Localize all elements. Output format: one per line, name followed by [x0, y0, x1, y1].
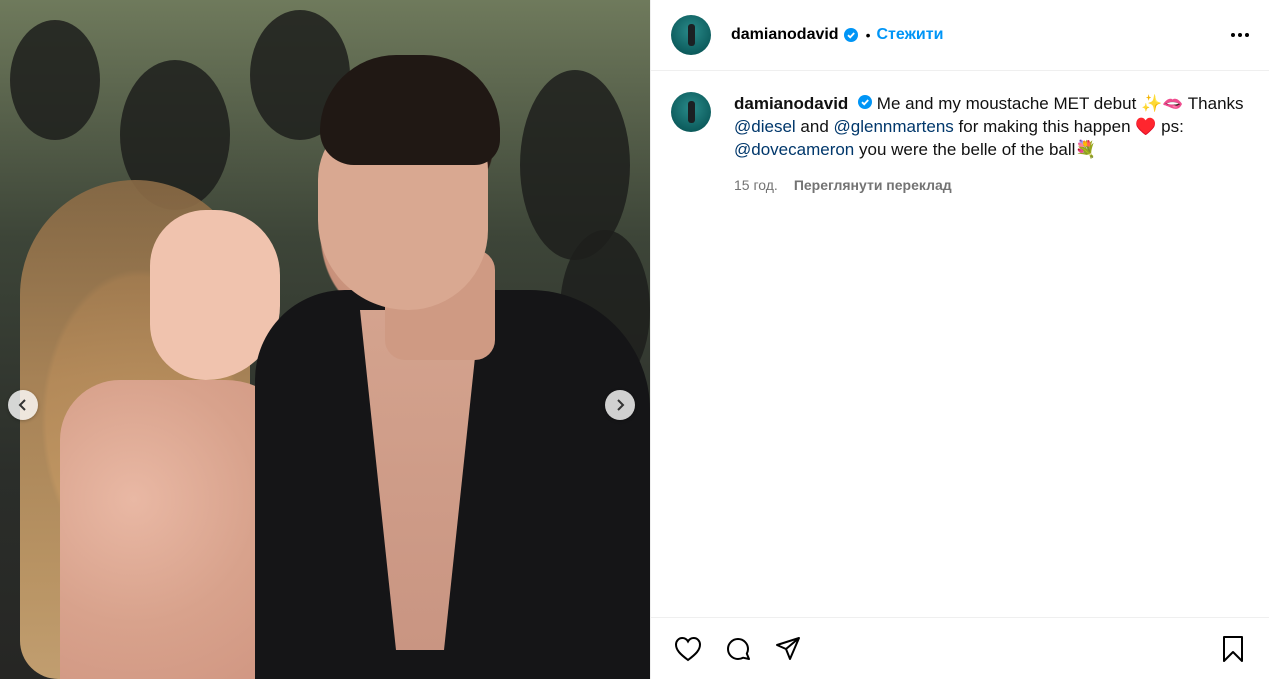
share-icon: [776, 636, 800, 660]
post-photo: [0, 0, 650, 679]
carousel-next-button[interactable]: [605, 390, 635, 420]
mention-diesel[interactable]: @diesel: [734, 117, 796, 136]
verified-badge-icon: [858, 95, 873, 109]
like-button[interactable]: [673, 634, 703, 664]
more-dot-icon: [1238, 33, 1242, 37]
avatar[interactable]: [671, 92, 711, 132]
caption-body: damianodavid Me and my moustache MET deb…: [734, 92, 1249, 197]
header-username[interactable]: damianodavid: [731, 26, 839, 44]
more-options-button[interactable]: [1231, 33, 1249, 37]
action-bar: [651, 617, 1269, 679]
save-button[interactable]: [1218, 634, 1248, 664]
caption-text-2: and: [800, 117, 829, 136]
chevron-left-icon: [18, 399, 26, 411]
share-button[interactable]: [773, 634, 803, 664]
verified-badge-icon: [843, 28, 858, 42]
photo-man-hair: [320, 55, 500, 165]
post-side-panel: damianodavid • Стежити damianodavid Me a…: [650, 0, 1269, 679]
caption-username[interactable]: damianodavid: [734, 94, 848, 113]
post-header: damianodavid • Стежити: [651, 0, 1269, 71]
mention-glennmartens[interactable]: @glennmartens: [834, 117, 954, 136]
caption-text-1: Me and my moustache MET debut ✨🫦 Thanks: [876, 94, 1244, 113]
heart-icon: [674, 636, 702, 661]
caption: damianodavid Me and my moustache MET deb…: [651, 71, 1269, 197]
carousel-prev-button[interactable]: [8, 390, 38, 420]
avatar[interactable]: [671, 15, 711, 55]
caption-meta: 15 год. Переглянути переклад: [734, 174, 1249, 197]
mention-dovecameron[interactable]: @dovecameron: [734, 140, 854, 159]
caption-text-4: you were the belle of the ball💐: [859, 140, 1097, 159]
chevron-right-icon: [617, 399, 625, 411]
separator-dot: •: [865, 27, 871, 43]
bookmark-icon: [1223, 635, 1243, 662]
comment-icon: [727, 637, 750, 660]
more-dot-icon: [1245, 33, 1249, 37]
caption-text-3: for making this happen ♥️ ps:: [958, 117, 1184, 136]
more-dot-icon: [1231, 33, 1235, 37]
post-time[interactable]: 15 год.: [734, 174, 778, 197]
see-translation-button[interactable]: Переглянути переклад: [794, 174, 952, 197]
follow-button[interactable]: Стежити: [876, 26, 943, 44]
comment-button[interactable]: [723, 634, 753, 664]
caption-text: damianodavid Me and my moustache MET deb…: [734, 92, 1249, 161]
